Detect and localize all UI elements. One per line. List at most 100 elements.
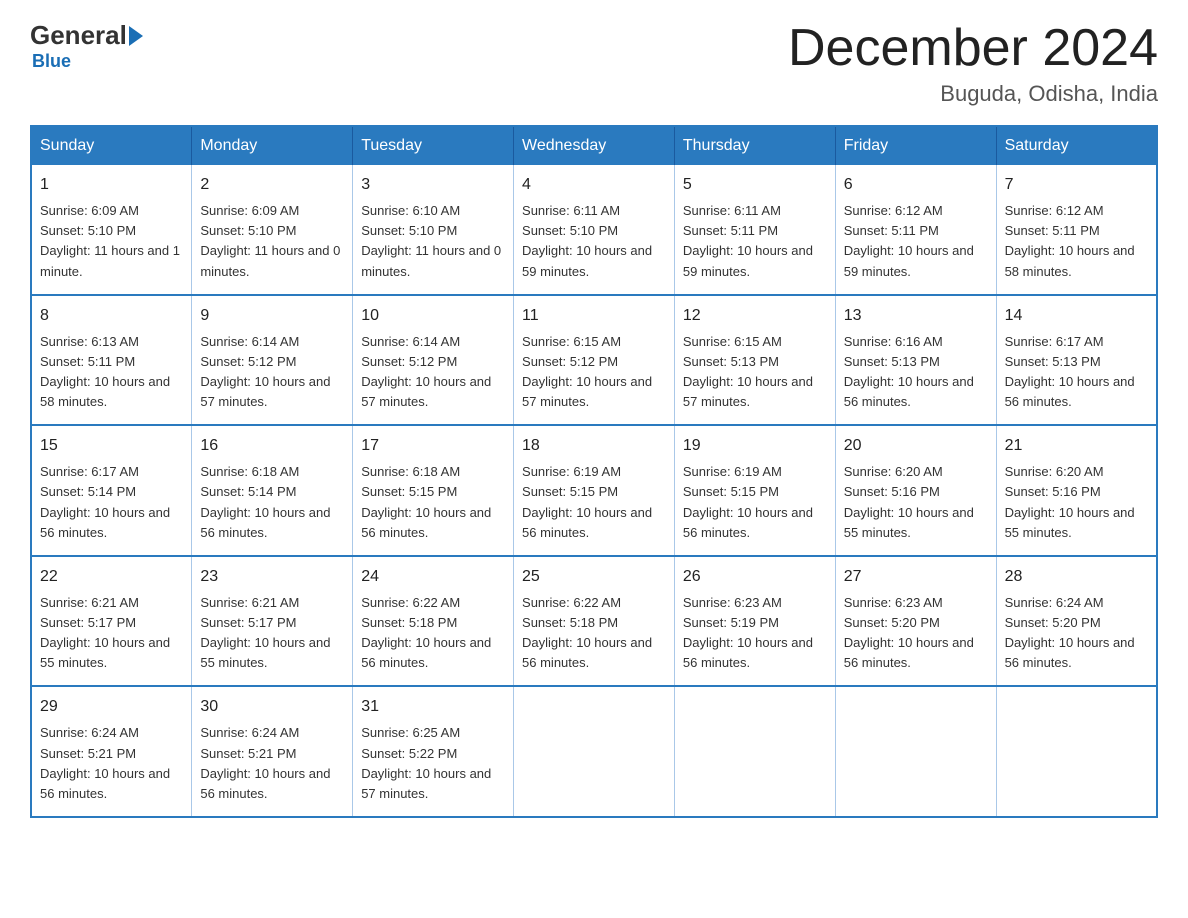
- day-number: 20: [844, 434, 988, 458]
- day-info: Sunrise: 6:11 AMSunset: 5:11 PMDaylight:…: [683, 203, 813, 278]
- day-info: Sunrise: 6:24 AMSunset: 5:21 PMDaylight:…: [40, 725, 170, 800]
- day-number: 9: [200, 304, 344, 328]
- day-info: Sunrise: 6:23 AMSunset: 5:19 PMDaylight:…: [683, 595, 813, 670]
- day-number: 12: [683, 304, 827, 328]
- day-number: 1: [40, 173, 183, 197]
- col-tuesday: Tuesday: [353, 126, 514, 165]
- day-number: 18: [522, 434, 666, 458]
- table-row: 27 Sunrise: 6:23 AMSunset: 5:20 PMDaylig…: [835, 556, 996, 687]
- table-row: 20 Sunrise: 6:20 AMSunset: 5:16 PMDaylig…: [835, 425, 996, 556]
- day-info: Sunrise: 6:12 AMSunset: 5:11 PMDaylight:…: [1005, 203, 1135, 278]
- table-row: 26 Sunrise: 6:23 AMSunset: 5:19 PMDaylig…: [674, 556, 835, 687]
- month-title: December 2024: [788, 20, 1158, 77]
- table-row: 22 Sunrise: 6:21 AMSunset: 5:17 PMDaylig…: [31, 556, 192, 687]
- table-row: 11 Sunrise: 6:15 AMSunset: 5:12 PMDaylig…: [514, 295, 675, 426]
- table-row: 15 Sunrise: 6:17 AMSunset: 5:14 PMDaylig…: [31, 425, 192, 556]
- day-number: 31: [361, 695, 505, 719]
- day-number: 15: [40, 434, 183, 458]
- day-number: 10: [361, 304, 505, 328]
- table-row: [835, 686, 996, 817]
- day-info: Sunrise: 6:15 AMSunset: 5:12 PMDaylight:…: [522, 334, 652, 409]
- table-row: 14 Sunrise: 6:17 AMSunset: 5:13 PMDaylig…: [996, 295, 1157, 426]
- day-info: Sunrise: 6:09 AMSunset: 5:10 PMDaylight:…: [40, 203, 180, 278]
- table-row: 12 Sunrise: 6:15 AMSunset: 5:13 PMDaylig…: [674, 295, 835, 426]
- calendar-week-row: 22 Sunrise: 6:21 AMSunset: 5:17 PMDaylig…: [31, 556, 1157, 687]
- day-number: 6: [844, 173, 988, 197]
- col-monday: Monday: [192, 126, 353, 165]
- table-row: [514, 686, 675, 817]
- day-info: Sunrise: 6:09 AMSunset: 5:10 PMDaylight:…: [200, 203, 340, 278]
- day-info: Sunrise: 6:11 AMSunset: 5:10 PMDaylight:…: [522, 203, 652, 278]
- day-number: 11: [522, 304, 666, 328]
- table-row: 13 Sunrise: 6:16 AMSunset: 5:13 PMDaylig…: [835, 295, 996, 426]
- day-number: 17: [361, 434, 505, 458]
- table-row: 24 Sunrise: 6:22 AMSunset: 5:18 PMDaylig…: [353, 556, 514, 687]
- day-number: 23: [200, 565, 344, 589]
- table-row: 16 Sunrise: 6:18 AMSunset: 5:14 PMDaylig…: [192, 425, 353, 556]
- day-info: Sunrise: 6:21 AMSunset: 5:17 PMDaylight:…: [200, 595, 330, 670]
- day-info: Sunrise: 6:21 AMSunset: 5:17 PMDaylight:…: [40, 595, 170, 670]
- day-number: 16: [200, 434, 344, 458]
- day-number: 28: [1005, 565, 1148, 589]
- table-row: 30 Sunrise: 6:24 AMSunset: 5:21 PMDaylig…: [192, 686, 353, 817]
- logo-arrow-icon: [129, 26, 143, 46]
- logo-blue-text: Blue: [32, 51, 71, 72]
- table-row: 19 Sunrise: 6:19 AMSunset: 5:15 PMDaylig…: [674, 425, 835, 556]
- table-row: 29 Sunrise: 6:24 AMSunset: 5:21 PMDaylig…: [31, 686, 192, 817]
- day-number: 19: [683, 434, 827, 458]
- day-info: Sunrise: 6:22 AMSunset: 5:18 PMDaylight:…: [522, 595, 652, 670]
- day-number: 4: [522, 173, 666, 197]
- day-number: 3: [361, 173, 505, 197]
- day-info: Sunrise: 6:20 AMSunset: 5:16 PMDaylight:…: [1005, 464, 1135, 539]
- day-info: Sunrise: 6:19 AMSunset: 5:15 PMDaylight:…: [683, 464, 813, 539]
- day-number: 22: [40, 565, 183, 589]
- table-row: 1 Sunrise: 6:09 AMSunset: 5:10 PMDayligh…: [31, 165, 192, 295]
- calendar-week-row: 8 Sunrise: 6:13 AMSunset: 5:11 PMDayligh…: [31, 295, 1157, 426]
- table-row: 7 Sunrise: 6:12 AMSunset: 5:11 PMDayligh…: [996, 165, 1157, 295]
- table-row: 10 Sunrise: 6:14 AMSunset: 5:12 PMDaylig…: [353, 295, 514, 426]
- col-sunday: Sunday: [31, 126, 192, 165]
- table-row: 17 Sunrise: 6:18 AMSunset: 5:15 PMDaylig…: [353, 425, 514, 556]
- day-info: Sunrise: 6:13 AMSunset: 5:11 PMDaylight:…: [40, 334, 170, 409]
- calendar-header-row: Sunday Monday Tuesday Wednesday Thursday…: [31, 126, 1157, 165]
- table-row: 28 Sunrise: 6:24 AMSunset: 5:20 PMDaylig…: [996, 556, 1157, 687]
- day-info: Sunrise: 6:18 AMSunset: 5:15 PMDaylight:…: [361, 464, 491, 539]
- table-row: [674, 686, 835, 817]
- day-number: 8: [40, 304, 183, 328]
- day-number: 5: [683, 173, 827, 197]
- day-info: Sunrise: 6:17 AMSunset: 5:14 PMDaylight:…: [40, 464, 170, 539]
- day-number: 26: [683, 565, 827, 589]
- title-section: December 2024 Buguda, Odisha, India: [788, 20, 1158, 107]
- day-info: Sunrise: 6:16 AMSunset: 5:13 PMDaylight:…: [844, 334, 974, 409]
- table-row: 2 Sunrise: 6:09 AMSunset: 5:10 PMDayligh…: [192, 165, 353, 295]
- logo-general-text: General: [30, 20, 127, 51]
- table-row: 25 Sunrise: 6:22 AMSunset: 5:18 PMDaylig…: [514, 556, 675, 687]
- table-row: 5 Sunrise: 6:11 AMSunset: 5:11 PMDayligh…: [674, 165, 835, 295]
- logo: General Blue: [30, 20, 145, 72]
- day-number: 14: [1005, 304, 1148, 328]
- day-info: Sunrise: 6:24 AMSunset: 5:20 PMDaylight:…: [1005, 595, 1135, 670]
- col-saturday: Saturday: [996, 126, 1157, 165]
- day-number: 7: [1005, 173, 1148, 197]
- col-friday: Friday: [835, 126, 996, 165]
- day-info: Sunrise: 6:10 AMSunset: 5:10 PMDaylight:…: [361, 203, 501, 278]
- day-info: Sunrise: 6:17 AMSunset: 5:13 PMDaylight:…: [1005, 334, 1135, 409]
- day-info: Sunrise: 6:12 AMSunset: 5:11 PMDaylight:…: [844, 203, 974, 278]
- day-info: Sunrise: 6:15 AMSunset: 5:13 PMDaylight:…: [683, 334, 813, 409]
- day-info: Sunrise: 6:24 AMSunset: 5:21 PMDaylight:…: [200, 725, 330, 800]
- page-header: General Blue December 2024 Buguda, Odish…: [30, 20, 1158, 107]
- day-number: 29: [40, 695, 183, 719]
- table-row: 21 Sunrise: 6:20 AMSunset: 5:16 PMDaylig…: [996, 425, 1157, 556]
- day-info: Sunrise: 6:18 AMSunset: 5:14 PMDaylight:…: [200, 464, 330, 539]
- day-number: 30: [200, 695, 344, 719]
- day-info: Sunrise: 6:19 AMSunset: 5:15 PMDaylight:…: [522, 464, 652, 539]
- table-row: 8 Sunrise: 6:13 AMSunset: 5:11 PMDayligh…: [31, 295, 192, 426]
- day-info: Sunrise: 6:23 AMSunset: 5:20 PMDaylight:…: [844, 595, 974, 670]
- calendar-week-row: 1 Sunrise: 6:09 AMSunset: 5:10 PMDayligh…: [31, 165, 1157, 295]
- col-thursday: Thursday: [674, 126, 835, 165]
- table-row: 23 Sunrise: 6:21 AMSunset: 5:17 PMDaylig…: [192, 556, 353, 687]
- calendar-week-row: 29 Sunrise: 6:24 AMSunset: 5:21 PMDaylig…: [31, 686, 1157, 817]
- location-text: Buguda, Odisha, India: [788, 81, 1158, 107]
- day-info: Sunrise: 6:14 AMSunset: 5:12 PMDaylight:…: [361, 334, 491, 409]
- day-number: 25: [522, 565, 666, 589]
